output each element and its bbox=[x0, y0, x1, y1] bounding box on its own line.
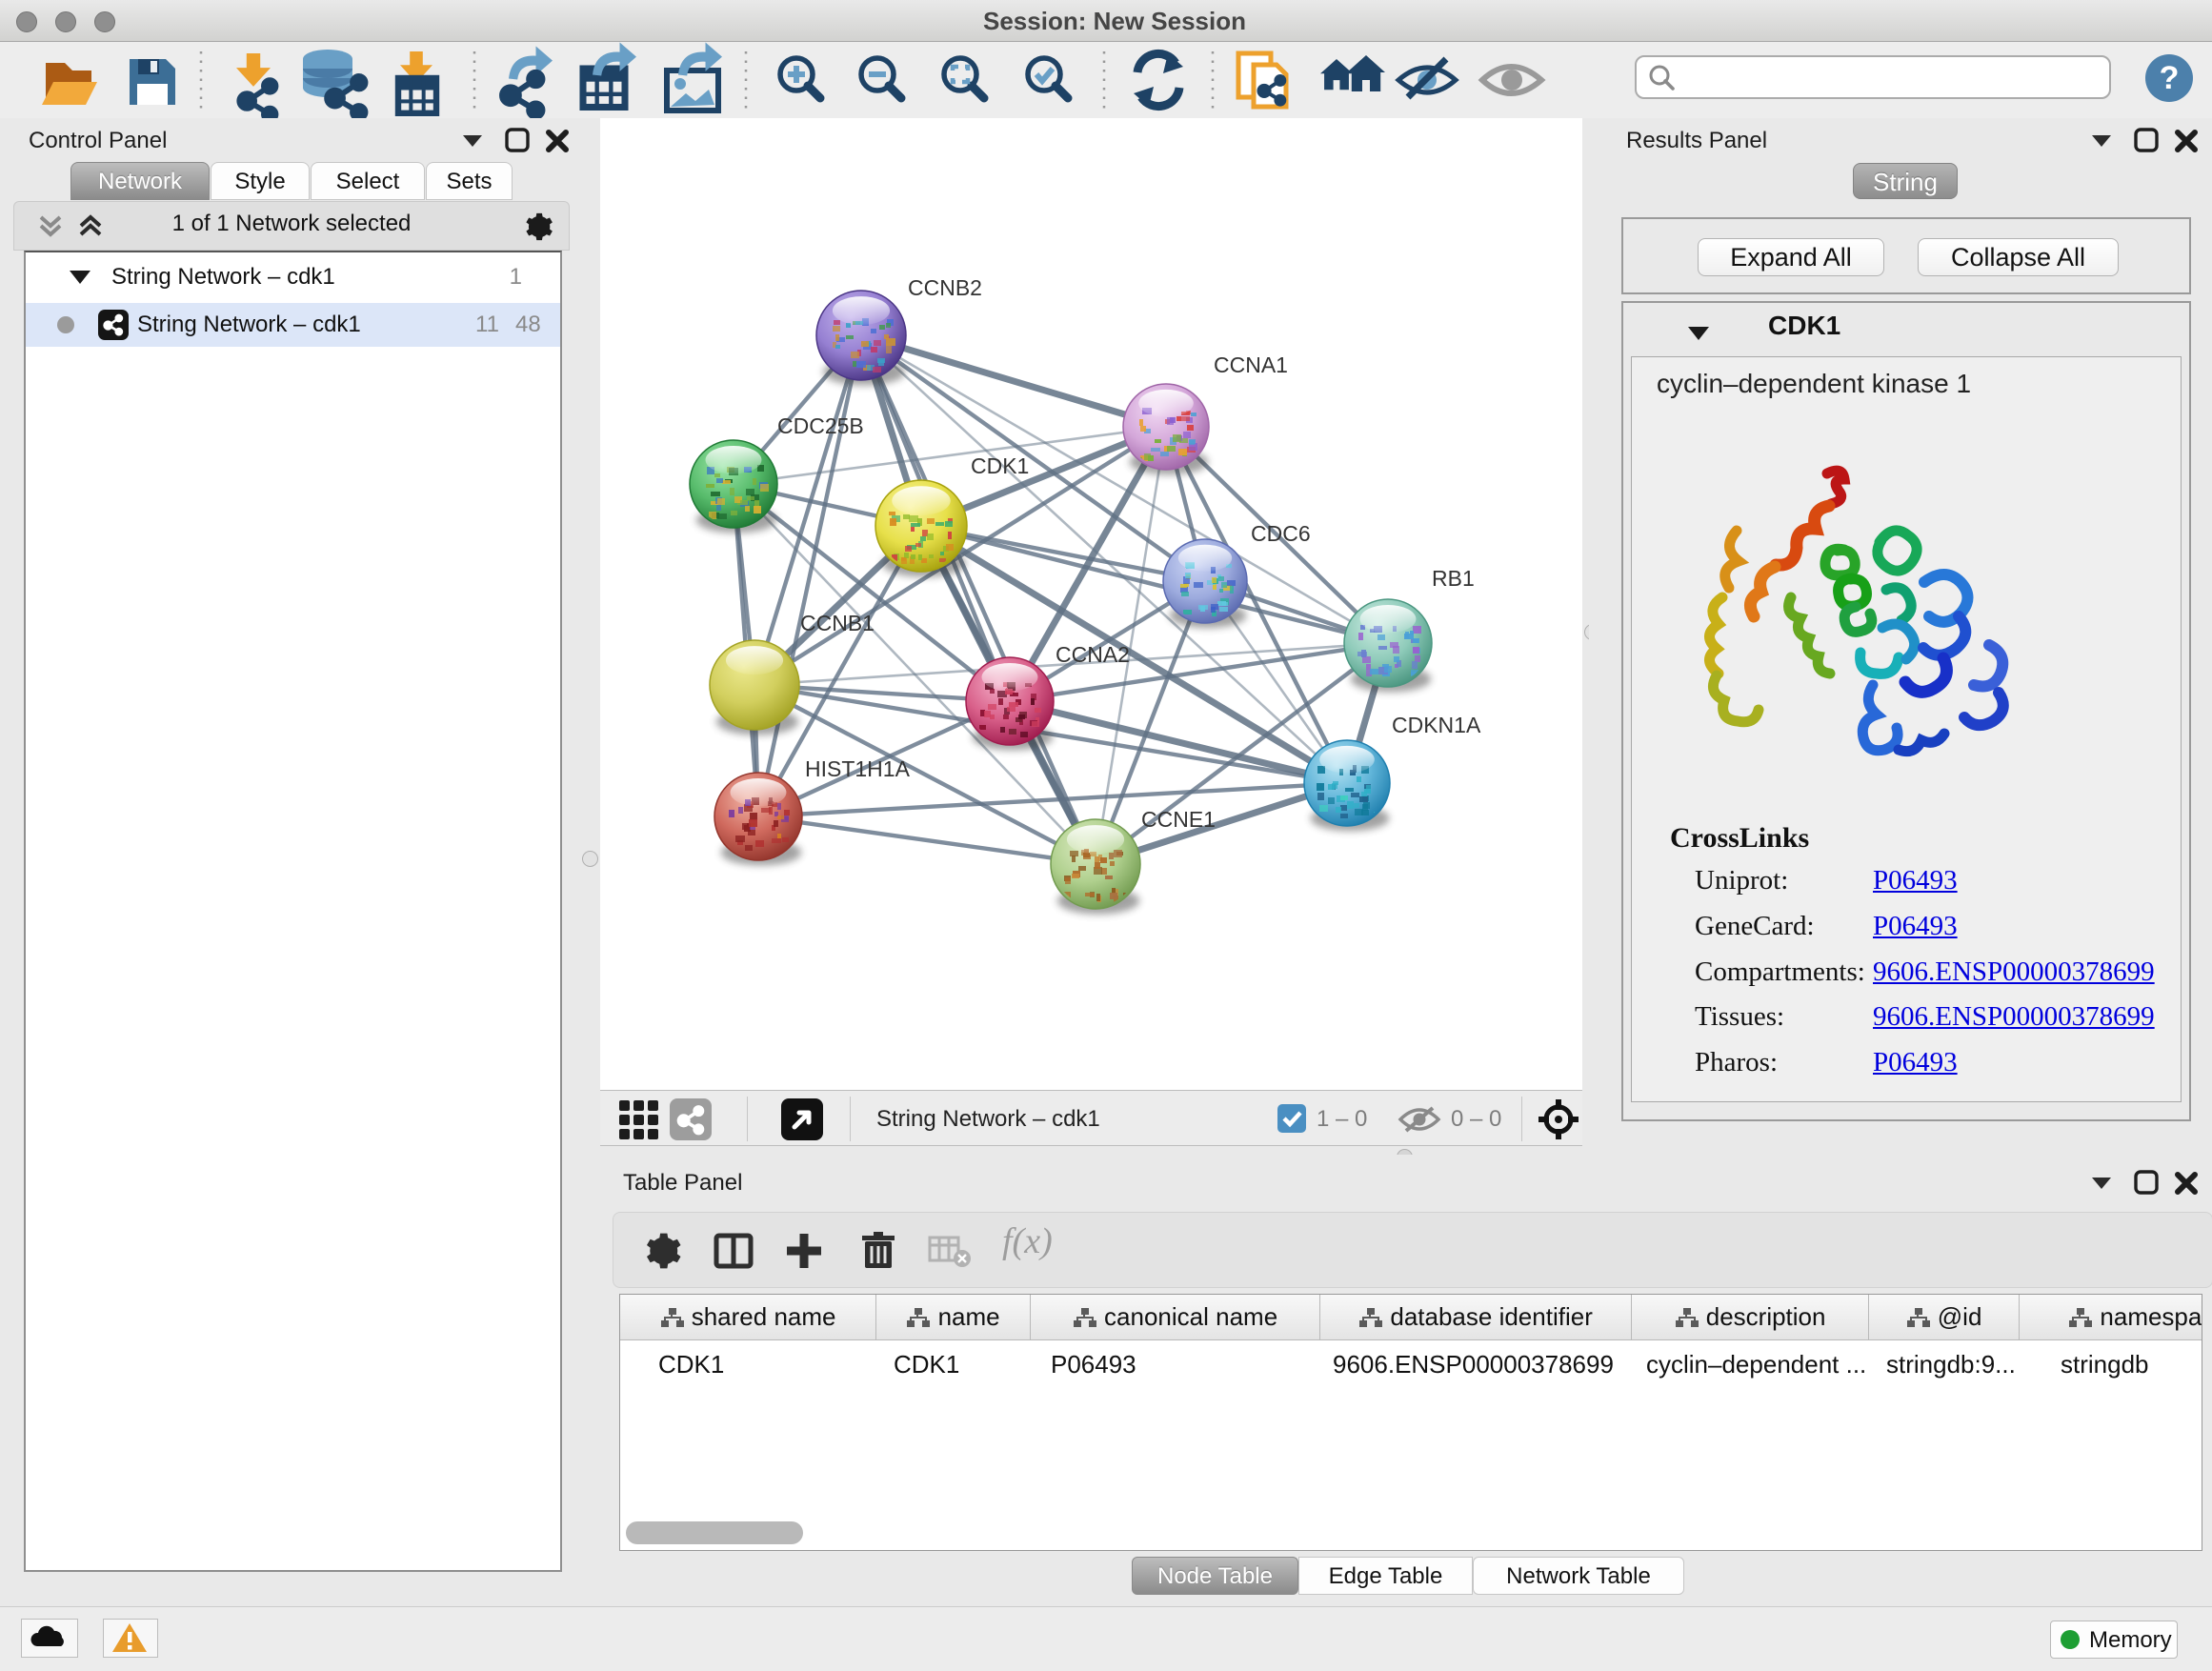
svg-text:CCNA1: CCNA1 bbox=[1214, 352, 1288, 377]
svg-text:CDC6: CDC6 bbox=[1251, 521, 1311, 546]
svg-text:RB1: RB1 bbox=[1432, 566, 1475, 591]
svg-text:CDC25B: CDC25B bbox=[777, 413, 864, 438]
svg-text:CCNE1: CCNE1 bbox=[1141, 807, 1216, 832]
svg-text:?: ? bbox=[2160, 60, 2180, 96]
svg-text:CDK1: CDK1 bbox=[971, 453, 1029, 478]
svg-text:CCNB2: CCNB2 bbox=[908, 275, 982, 300]
svg-text:CCNB1: CCNB1 bbox=[800, 611, 875, 635]
svg-text:CCNA2: CCNA2 bbox=[1056, 642, 1130, 667]
svg-text:HIST1H1A: HIST1H1A bbox=[805, 756, 911, 781]
svg-text:CDKN1A: CDKN1A bbox=[1392, 713, 1481, 737]
